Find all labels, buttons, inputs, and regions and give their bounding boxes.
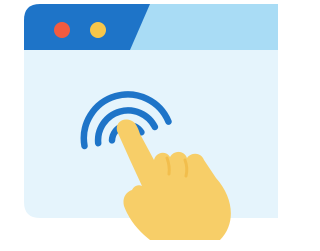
browser-tap-illustration <box>24 4 278 240</box>
browser-tab <box>130 4 278 50</box>
minimize-dot-icon <box>90 22 106 38</box>
hand-crease-2 <box>183 158 189 178</box>
close-dot-icon <box>54 22 70 38</box>
